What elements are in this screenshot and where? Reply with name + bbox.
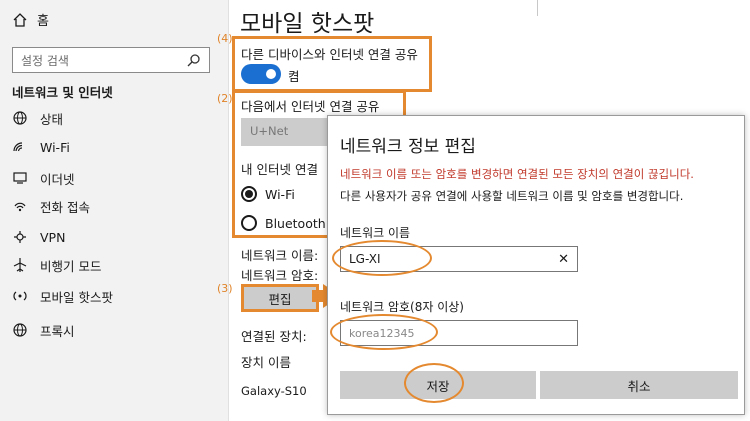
dialog-warning: 네트워크 이름 또는 암호를 변경하면 연결된 모든 장치의 연결이 끊깁니다. bbox=[340, 167, 694, 181]
globe-icon bbox=[13, 111, 27, 125]
sidebar-item-label: 모바일 핫스팟 bbox=[40, 289, 113, 305]
clear-icon[interactable]: ✕ bbox=[558, 252, 569, 267]
sidebar-item-label: 전화 접속 bbox=[40, 199, 90, 215]
edit-network-dialog: 네트워크 정보 편집 네트워크 이름 또는 암호를 변경하면 연결된 모든 장치… bbox=[327, 115, 745, 415]
radio-dot bbox=[241, 215, 257, 231]
sidebar-item-label: 이더넷 bbox=[40, 171, 75, 187]
sidebar-divider bbox=[228, 0, 229, 421]
search-placeholder: 설정 검색 bbox=[21, 53, 69, 68]
sidebar-item-label: 상태 bbox=[40, 111, 64, 127]
sidebar-item-airplane[interactable]: 비행기 모드 bbox=[12, 255, 101, 275]
home-nav[interactable]: 홈 bbox=[12, 10, 49, 29]
search-icon bbox=[187, 54, 200, 67]
sidebar: 홈 설정 검색 네트워크 및 인터넷 상태 Wi-Fi 이더넷 전화 접속 VP… bbox=[0, 0, 228, 421]
step-marker-3: (3) bbox=[217, 282, 233, 295]
vpn-icon bbox=[14, 231, 26, 243]
divider bbox=[537, 0, 538, 16]
globe-icon bbox=[13, 323, 27, 337]
airplane-icon bbox=[13, 258, 27, 272]
network-name-field-label: 네트워크 이름 bbox=[340, 226, 411, 240]
sidebar-item-label: Wi-Fi bbox=[40, 139, 70, 155]
home-label: 홈 bbox=[37, 14, 49, 29]
device-name-header: 장치 이름 bbox=[241, 355, 291, 370]
network-password-field-label: 네트워크 암호(8자 이상) bbox=[340, 300, 464, 314]
home-icon bbox=[13, 12, 27, 27]
search-input[interactable]: 설정 검색 bbox=[12, 47, 210, 73]
network-name-label: 네트워크 이름: bbox=[241, 248, 319, 263]
radio-label: Wi-Fi bbox=[265, 186, 295, 202]
share-label: 다른 디바이스와 인터넷 연결 공유 bbox=[241, 47, 418, 62]
cancel-button[interactable]: 취소 bbox=[540, 371, 738, 399]
radio-label: Bluetooth bbox=[265, 215, 326, 231]
sidebar-item-label: 비행기 모드 bbox=[40, 258, 102, 274]
network-password-label: 네트워크 암호: bbox=[241, 268, 319, 283]
radio-wifi[interactable]: Wi-Fi bbox=[241, 186, 295, 202]
sidebar-item-hotspot[interactable]: 모바일 핫스팟 bbox=[12, 286, 113, 306]
highlight-oval-password bbox=[330, 314, 438, 350]
sidebar-item-label: VPN bbox=[40, 229, 66, 245]
dialog-description: 다른 사용자가 공유 연결에 사용할 네트워크 이름 및 암호를 변경합니다. bbox=[340, 189, 684, 203]
sidebar-item-vpn[interactable]: VPN bbox=[12, 227, 65, 247]
share-toggle[interactable] bbox=[241, 64, 281, 84]
toggle-state-label: 켬 bbox=[288, 69, 300, 84]
section-title: 네트워크 및 인터넷 bbox=[12, 85, 113, 100]
page-title: 모바일 핫스팟 bbox=[240, 11, 375, 37]
dialog-title: 네트워크 정보 편집 bbox=[340, 137, 476, 157]
highlight-oval-save bbox=[404, 363, 464, 403]
share-from-select[interactable]: U+Net bbox=[241, 118, 331, 146]
sidebar-item-wifi[interactable]: Wi-Fi bbox=[12, 137, 70, 157]
share-from-label: 다음에서 인터넷 연결 공유 bbox=[241, 99, 380, 114]
device-row: Galaxy-S10 bbox=[241, 384, 307, 398]
sidebar-item-status[interactable]: 상태 bbox=[12, 108, 63, 128]
connected-devices-label: 연결된 장치: bbox=[241, 329, 307, 344]
sidebar-item-dialup[interactable]: 전화 접속 bbox=[12, 196, 90, 216]
sidebar-item-proxy[interactable]: 프록시 bbox=[12, 320, 75, 340]
step-marker-4: (4) bbox=[217, 32, 233, 45]
wifi-icon bbox=[13, 142, 23, 152]
highlight-oval-name bbox=[332, 240, 432, 276]
edit-button[interactable]: 편집 bbox=[241, 284, 319, 312]
ethernet-icon bbox=[13, 172, 27, 184]
hotspot-icon bbox=[13, 291, 27, 301]
connection-type-label: 내 인터넷 연결 bbox=[241, 162, 318, 177]
step-marker-2: (2) bbox=[217, 92, 233, 105]
dialup-icon bbox=[14, 202, 26, 212]
radio-bluetooth[interactable]: Bluetooth bbox=[241, 215, 326, 231]
sidebar-item-label: 프록시 bbox=[40, 323, 75, 339]
radio-dot bbox=[241, 186, 257, 202]
sidebar-item-ethernet[interactable]: 이더넷 bbox=[12, 168, 75, 188]
